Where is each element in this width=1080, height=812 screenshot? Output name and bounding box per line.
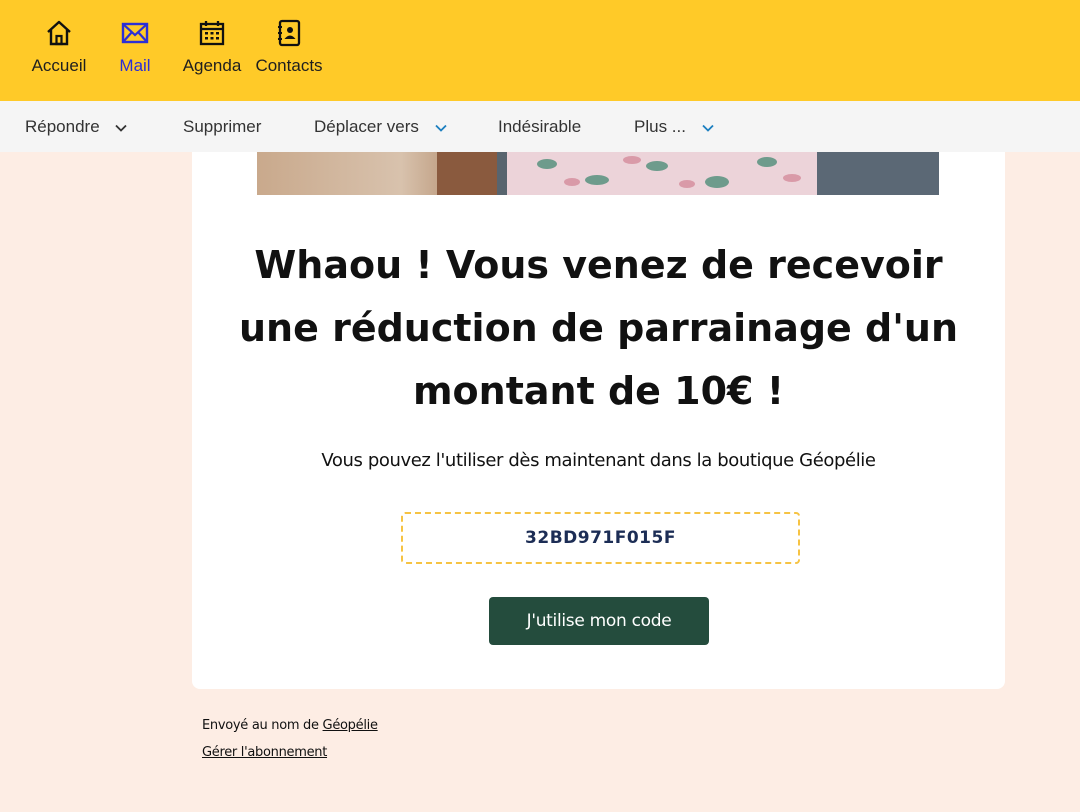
nav-label-accueil: Accueil: [31, 56, 87, 75]
chevron-down-icon: [115, 124, 128, 132]
use-code-button[interactable]: J'utilise mon code: [489, 597, 709, 645]
home-icon: [47, 20, 71, 46]
chevron-down-icon: [434, 124, 447, 132]
reply-label: Répondre: [25, 117, 100, 136]
nav-agenda[interactable]: Agenda: [182, 18, 242, 76]
footer-manage: Gérer l'abonnement: [202, 745, 327, 760]
mail-icon: [121, 22, 149, 44]
nav-label-agenda: Agenda: [182, 56, 242, 75]
nav-contacts[interactable]: Contacts: [254, 18, 324, 76]
contacts-icon: [278, 19, 301, 47]
hero-photo: [257, 152, 939, 195]
email-card: Whaou ! Vous venez de recevoir une réduc…: [192, 152, 1005, 689]
sender-link[interactable]: Géopélie: [323, 718, 378, 733]
nav-label-mail: Mail: [119, 56, 151, 75]
junk-label: Indésirable: [498, 117, 582, 136]
delete-button[interactable]: Supprimer: [183, 101, 261, 152]
nav-accueil[interactable]: Accueil: [30, 18, 88, 76]
nav-label-contacts: Contacts: [255, 56, 323, 75]
move-to-label: Déplacer vers: [314, 117, 419, 136]
hero-image: [257, 152, 939, 195]
email-subline: Vous pouvez l'utiliser dès maintenant da…: [321, 450, 876, 471]
more-button[interactable]: Plus ...: [634, 101, 715, 152]
delete-label: Supprimer: [183, 117, 262, 136]
nav-mail[interactable]: Mail: [116, 18, 154, 76]
footer-sent-by: Envoyé au nom de Géopélie: [202, 718, 378, 733]
calendar-icon: [199, 21, 225, 46]
move-to-button[interactable]: Déplacer vers: [314, 101, 448, 152]
junk-button[interactable]: Indésirable: [498, 101, 581, 152]
app-topbar: Accueil Mail Agenda Contacts: [0, 0, 1080, 101]
more-label: Plus ...: [634, 117, 686, 136]
promo-code[interactable]: 32BD971F015F: [401, 512, 800, 564]
manage-subscription-link[interactable]: Gérer l'abonnement: [202, 745, 327, 760]
reply-button[interactable]: Répondre: [25, 101, 128, 152]
email-headline: Whaou ! Vous venez de recevoir une réduc…: [238, 243, 958, 413]
message-toolbar: Répondre Supprimer Déplacer vers Indésir…: [0, 101, 1080, 152]
footer-sent-prefix: Envoyé au nom de: [202, 718, 323, 733]
chevron-down-icon: [702, 124, 714, 132]
